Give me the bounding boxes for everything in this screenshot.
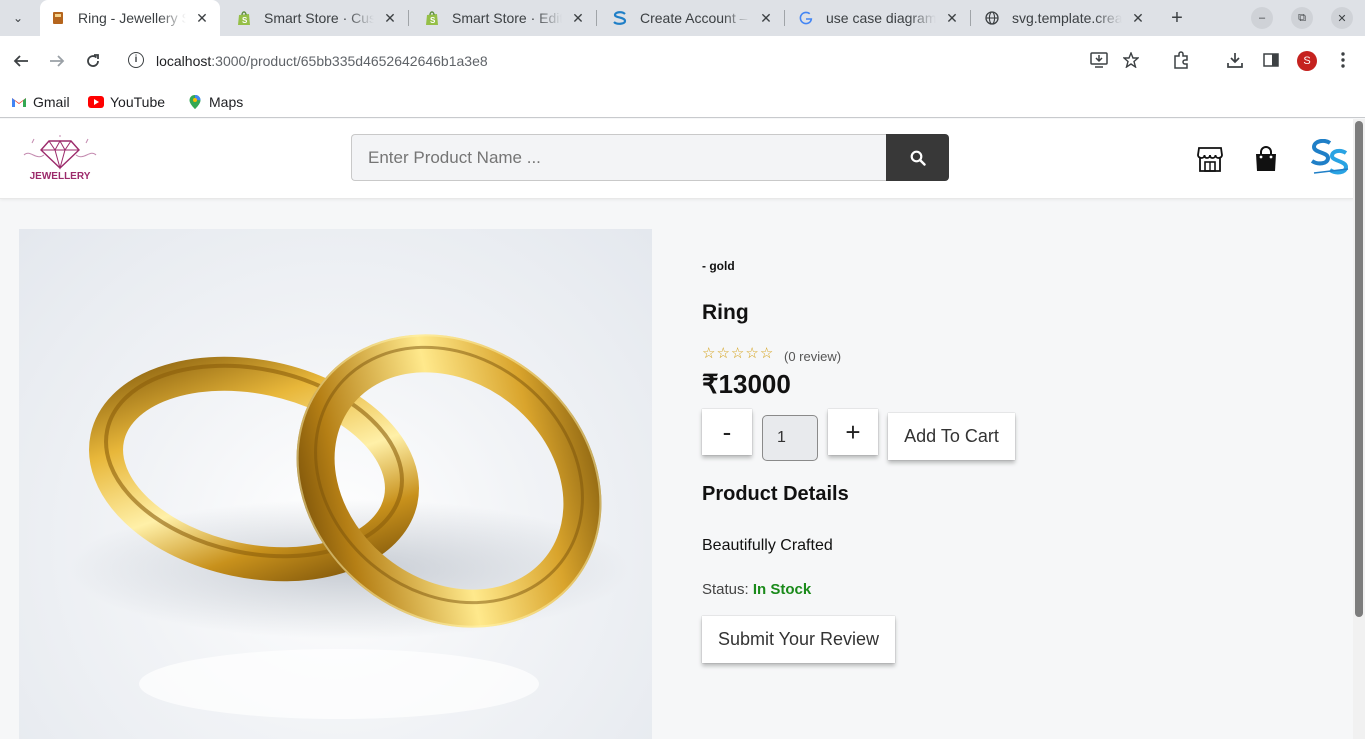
bookmark-youtube[interactable]: YouTube — [88, 90, 165, 114]
install-app-icon[interactable] — [1088, 49, 1110, 71]
youtube-icon — [88, 94, 104, 110]
page-scrollbar[interactable] — [1353, 119, 1365, 739]
reload-icon[interactable] — [81, 49, 105, 73]
tab-smart-store-customers[interactable]: S Smart Store · Customers ✕ — [226, 0, 408, 36]
restore-window-icon[interactable]: ⧉ — [1291, 7, 1313, 29]
address-bar[interactable]: i localhost:3000/product/65bb335d4652642… — [120, 45, 1160, 77]
store-icon[interactable] — [1196, 145, 1224, 173]
shopping-bag-icon[interactable] — [1253, 145, 1281, 173]
close-tab-icon[interactable]: ✕ — [568, 8, 588, 28]
globe-icon — [984, 10, 1000, 26]
bookmark-label: YouTube — [110, 94, 166, 110]
review-count: (0 review) — [784, 349, 842, 364]
search-bar — [351, 134, 949, 181]
gmail-icon — [11, 94, 27, 110]
page-content: JEWELLERY Enter Product Name ... - gold … — [0, 119, 1353, 739]
search-icon — [910, 150, 926, 166]
url-text[interactable]: localhost:3000/product/65bb335d465264264… — [156, 53, 488, 69]
svg-text:S: S — [242, 16, 248, 25]
star-empty-icon: ☆ — [745, 345, 759, 362]
product-name: Ring — [702, 301, 749, 324]
tab-search-chevron-icon[interactable]: ⌄ — [6, 8, 30, 28]
shopify-icon: S — [236, 10, 252, 26]
product-price: ₹13000 — [702, 369, 791, 399]
bookmark-label: Gmail — [33, 94, 70, 110]
quantity-input[interactable] — [762, 415, 818, 461]
browser-menu-icon[interactable] — [1332, 49, 1354, 71]
downloads-icon[interactable] — [1224, 49, 1246, 71]
tab-title: Create Account – — [640, 10, 748, 26]
new-tab-button[interactable]: + — [1166, 7, 1188, 29]
close-tab-icon[interactable]: ✕ — [1128, 8, 1148, 28]
submit-review-button[interactable]: Submit Your Review — [702, 616, 895, 663]
logo-text: JEWELLERY — [30, 171, 91, 182]
product-brand: - gold — [702, 259, 735, 273]
scrollbar-thumb[interactable] — [1355, 121, 1363, 617]
tab-title: Smart Store · Customers — [264, 10, 374, 26]
tab-separator — [408, 10, 409, 26]
smart-store-icon — [612, 10, 628, 26]
status-label: Status: — [702, 581, 749, 598]
forward-arrow-icon[interactable] — [45, 49, 69, 73]
stock-status: Status: In Stock — [702, 581, 811, 598]
close-window-icon[interactable]: ✕ — [1331, 7, 1353, 29]
back-arrow-icon[interactable] — [9, 49, 33, 73]
status-value: In Stock — [752, 581, 812, 598]
side-panel-icon[interactable] — [1260, 49, 1282, 71]
star-empty-icon: ☆ — [716, 345, 730, 362]
shopify-icon: S — [424, 10, 440, 26]
maps-icon — [187, 94, 203, 110]
jewellery-logo[interactable]: JEWELLERY — [18, 135, 102, 185]
profile-avatar[interactable]: S — [1297, 51, 1317, 71]
tab-title: use case diagram — [826, 10, 936, 26]
bookmark-maps[interactable]: Maps — [187, 90, 243, 114]
add-to-cart-button[interactable]: Add To Cart — [888, 413, 1015, 460]
quantity-decrease-button[interactable]: - — [702, 409, 752, 455]
rating-stars: ☆ ☆ ☆ ☆ ☆ — [702, 346, 773, 362]
bookmarks-bar: Gmail YouTube Maps — [0, 86, 1365, 118]
google-icon — [798, 10, 814, 26]
tab-title: Smart Store · Edit — [452, 10, 562, 26]
bookmark-label: Maps — [209, 94, 244, 110]
tab-strip: ⌄ Ring - Jewellery Store ✕ S Smart Store… — [0, 0, 1365, 36]
minimize-window-icon[interactable]: – — [1251, 7, 1273, 29]
close-tab-icon[interactable]: ✕ — [942, 8, 962, 28]
smart-store-logo[interactable] — [1310, 138, 1350, 177]
product-description: Beautifully Crafted — [702, 537, 833, 554]
star-empty-icon: ☆ — [759, 345, 774, 362]
product-image — [19, 229, 652, 739]
tab-separator — [784, 10, 785, 26]
star-empty-icon: ☆ — [730, 345, 745, 362]
svg-text:S: S — [430, 16, 436, 25]
tab-ring-jewellery[interactable]: Ring - Jewellery Store ✕ — [40, 0, 220, 36]
url-host: localhost — [156, 53, 212, 69]
search-button[interactable] — [886, 134, 949, 181]
tab-separator — [970, 10, 971, 26]
tab-title: svg.template.creator — [1012, 10, 1122, 26]
star-empty-icon: ☆ — [702, 345, 716, 362]
site-header: JEWELLERY — [0, 119, 1353, 199]
tab-use-case-diagram[interactable]: use case diagram ✕ — [788, 0, 970, 36]
extensions-puzzle-icon[interactable] — [1170, 49, 1192, 71]
url-path: :3000/product/65bb335d4652642646b1a3e8 — [211, 53, 488, 69]
bookmark-gmail[interactable]: Gmail — [11, 90, 70, 114]
close-tab-icon[interactable]: ✕ — [756, 8, 776, 28]
tab-create-account[interactable]: Create Account – ✕ — [602, 0, 784, 36]
site-info-icon[interactable]: i — [128, 52, 144, 68]
tab-title: Ring - Jewellery Store — [78, 10, 186, 26]
product-details-heading: Product Details — [702, 483, 849, 505]
quantity-increase-button[interactable]: + — [828, 409, 878, 455]
close-tab-icon[interactable]: ✕ — [192, 8, 212, 28]
close-tab-icon[interactable]: ✕ — [380, 8, 400, 28]
bookmark-star-icon[interactable] — [1120, 49, 1142, 71]
tab-smart-store-edit[interactable]: S Smart Store · Edit ✕ — [414, 0, 596, 36]
product-search-input[interactable] — [351, 134, 887, 181]
jewellery-favicon-icon — [50, 10, 66, 26]
tab-separator — [596, 10, 597, 26]
tab-svg-template[interactable]: svg.template.creator ✕ — [974, 0, 1156, 36]
